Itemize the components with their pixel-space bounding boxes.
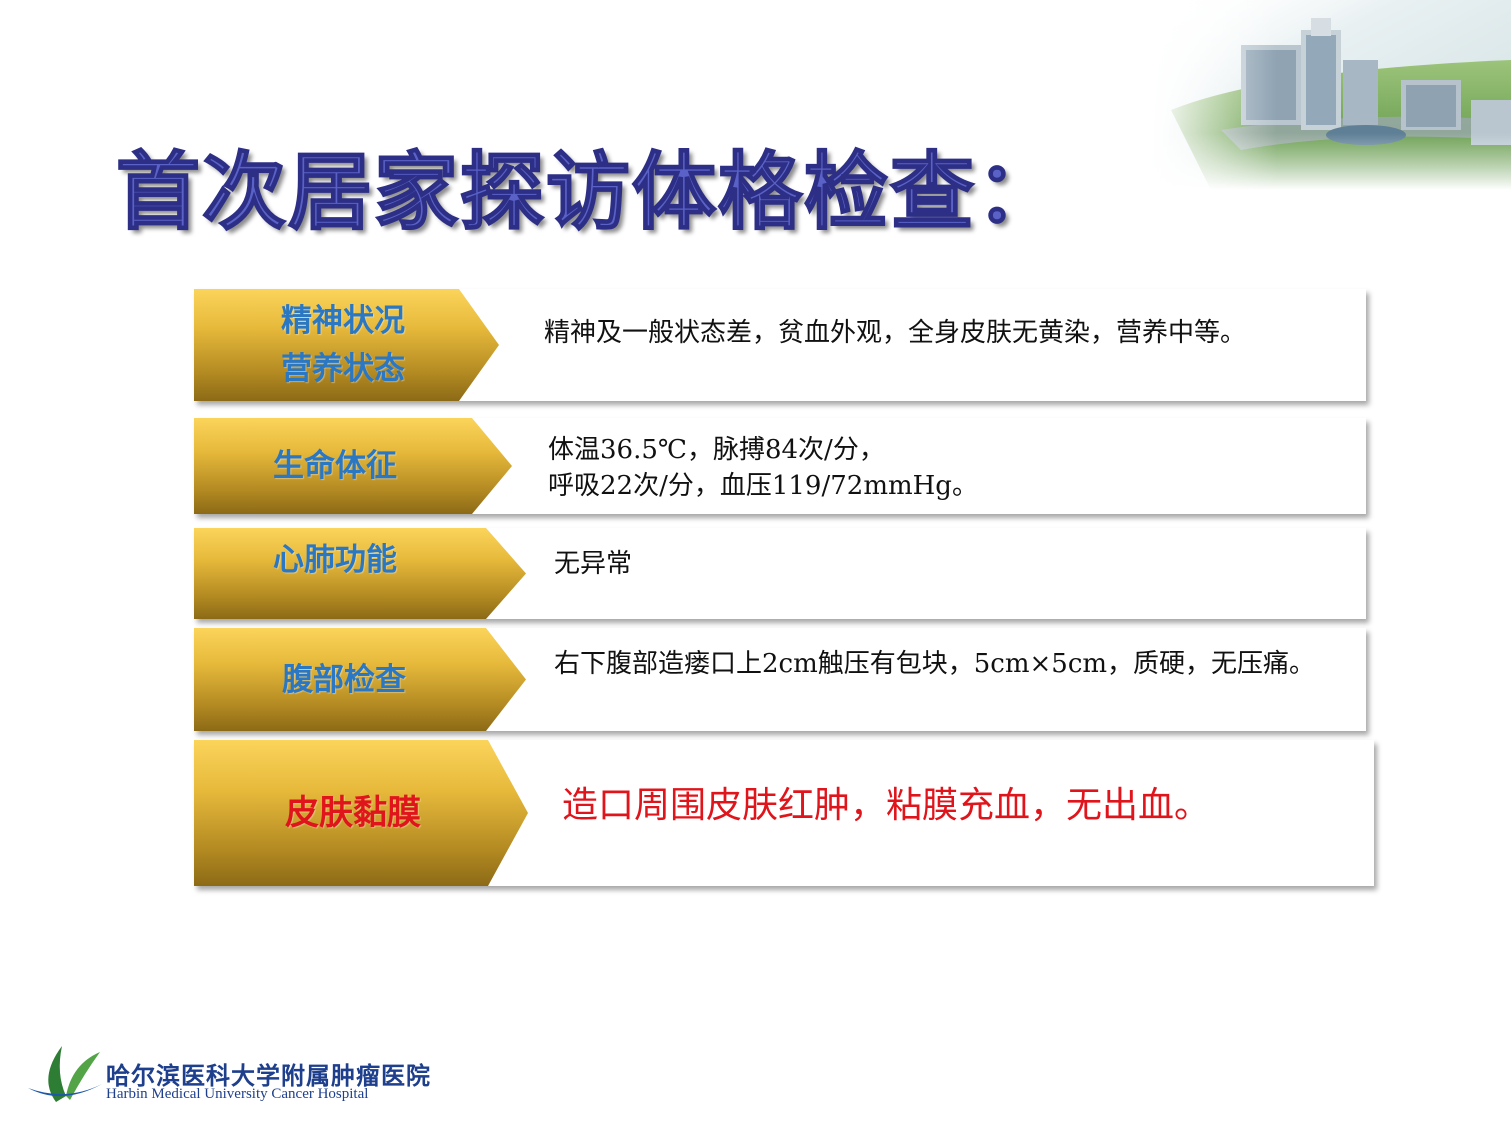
exam-row-label-line: 精神状况 [281,303,405,339]
exam-row-mental-nutrition: 精神状况 营养状态 精神及一般状态差，贫血外观，全身皮肤无黄染，营养中等。 [194,289,1366,401]
exam-row-text: 精神及一般状态差，贫血外观，全身皮肤无黄染，营养中等。 [544,315,1246,351]
exam-row-label: 心肺功能 [194,528,476,619]
exam-row-vital-signs: 生命体征 体温36.5℃，脉搏84次/分， 呼吸22次/分，血压119/72mm… [194,418,1366,514]
hospital-buildings-image [1151,0,1511,190]
exam-row-cardiopulmonary: 心肺功能 无异常 [194,528,1366,619]
exam-row-text: 体温36.5℃，脉搏84次/分， 呼吸22次/分，血压119/72mmHg。 [548,432,978,504]
exam-row-text-line: 右下腹部造瘘口上2cm触压有包块，5cm×5cm，质硬，无压痛。 [554,649,1316,679]
exam-row-text-line: 无异常 [554,549,633,579]
exam-row-text-line: 体温36.5℃，脉搏84次/分， [548,435,885,465]
exam-row-label: 皮肤黏膜 [194,740,512,886]
exam-row-label-line: 皮肤黏膜 [285,793,421,833]
exam-row-text-line: 精神及一般状态差，贫血外观，全身皮肤无黄染，营养中等。 [544,318,1247,348]
exam-row-label: 精神状况 营养状态 [194,289,492,401]
exam-row-label-line: 腹部检查 [282,661,406,698]
exam-row-label-line: 生命体征 [273,448,397,484]
exam-row-skin-mucosa: 皮肤黏膜 造口周围皮肤红肿，粘膜充血，无出血。 [194,740,1374,886]
hospital-leaf-logo-icon [28,1046,102,1102]
slide-title: 首次居家探访体格检查： [115,143,1063,241]
exam-row-label-line: 心肺功能 [273,542,397,578]
exam-row-label-line: 营养状态 [281,351,405,387]
exam-row-text: 右下腹部造瘘口上2cm触压有包块，5cm×5cm，质硬，无压痛。 [554,646,1315,682]
exam-row-label: 生命体征 [194,418,476,514]
hospital-footer: 哈尔滨医科大学附属肿瘤医院 Harbin Medical University … [26,1044,430,1110]
exam-row-label: 腹部检查 [194,628,494,731]
exam-row-abdominal: 腹部检查 右下腹部造瘘口上2cm触压有包块，5cm×5cm，质硬，无压痛。 [194,628,1366,731]
exam-row-text-line: 造口周围皮肤红肿，粘膜充血，无出血。 [562,785,1211,826]
exam-row-text: 无异常 [554,546,632,582]
hospital-name-en: Harbin Medical University Cancer Hospita… [106,1086,369,1102]
exam-row-text-line: 呼吸22次/分，血压119/72mmHg。 [548,471,978,501]
exam-row-text: 造口周围皮肤红肿，粘膜充血，无出血。 [562,784,1210,828]
